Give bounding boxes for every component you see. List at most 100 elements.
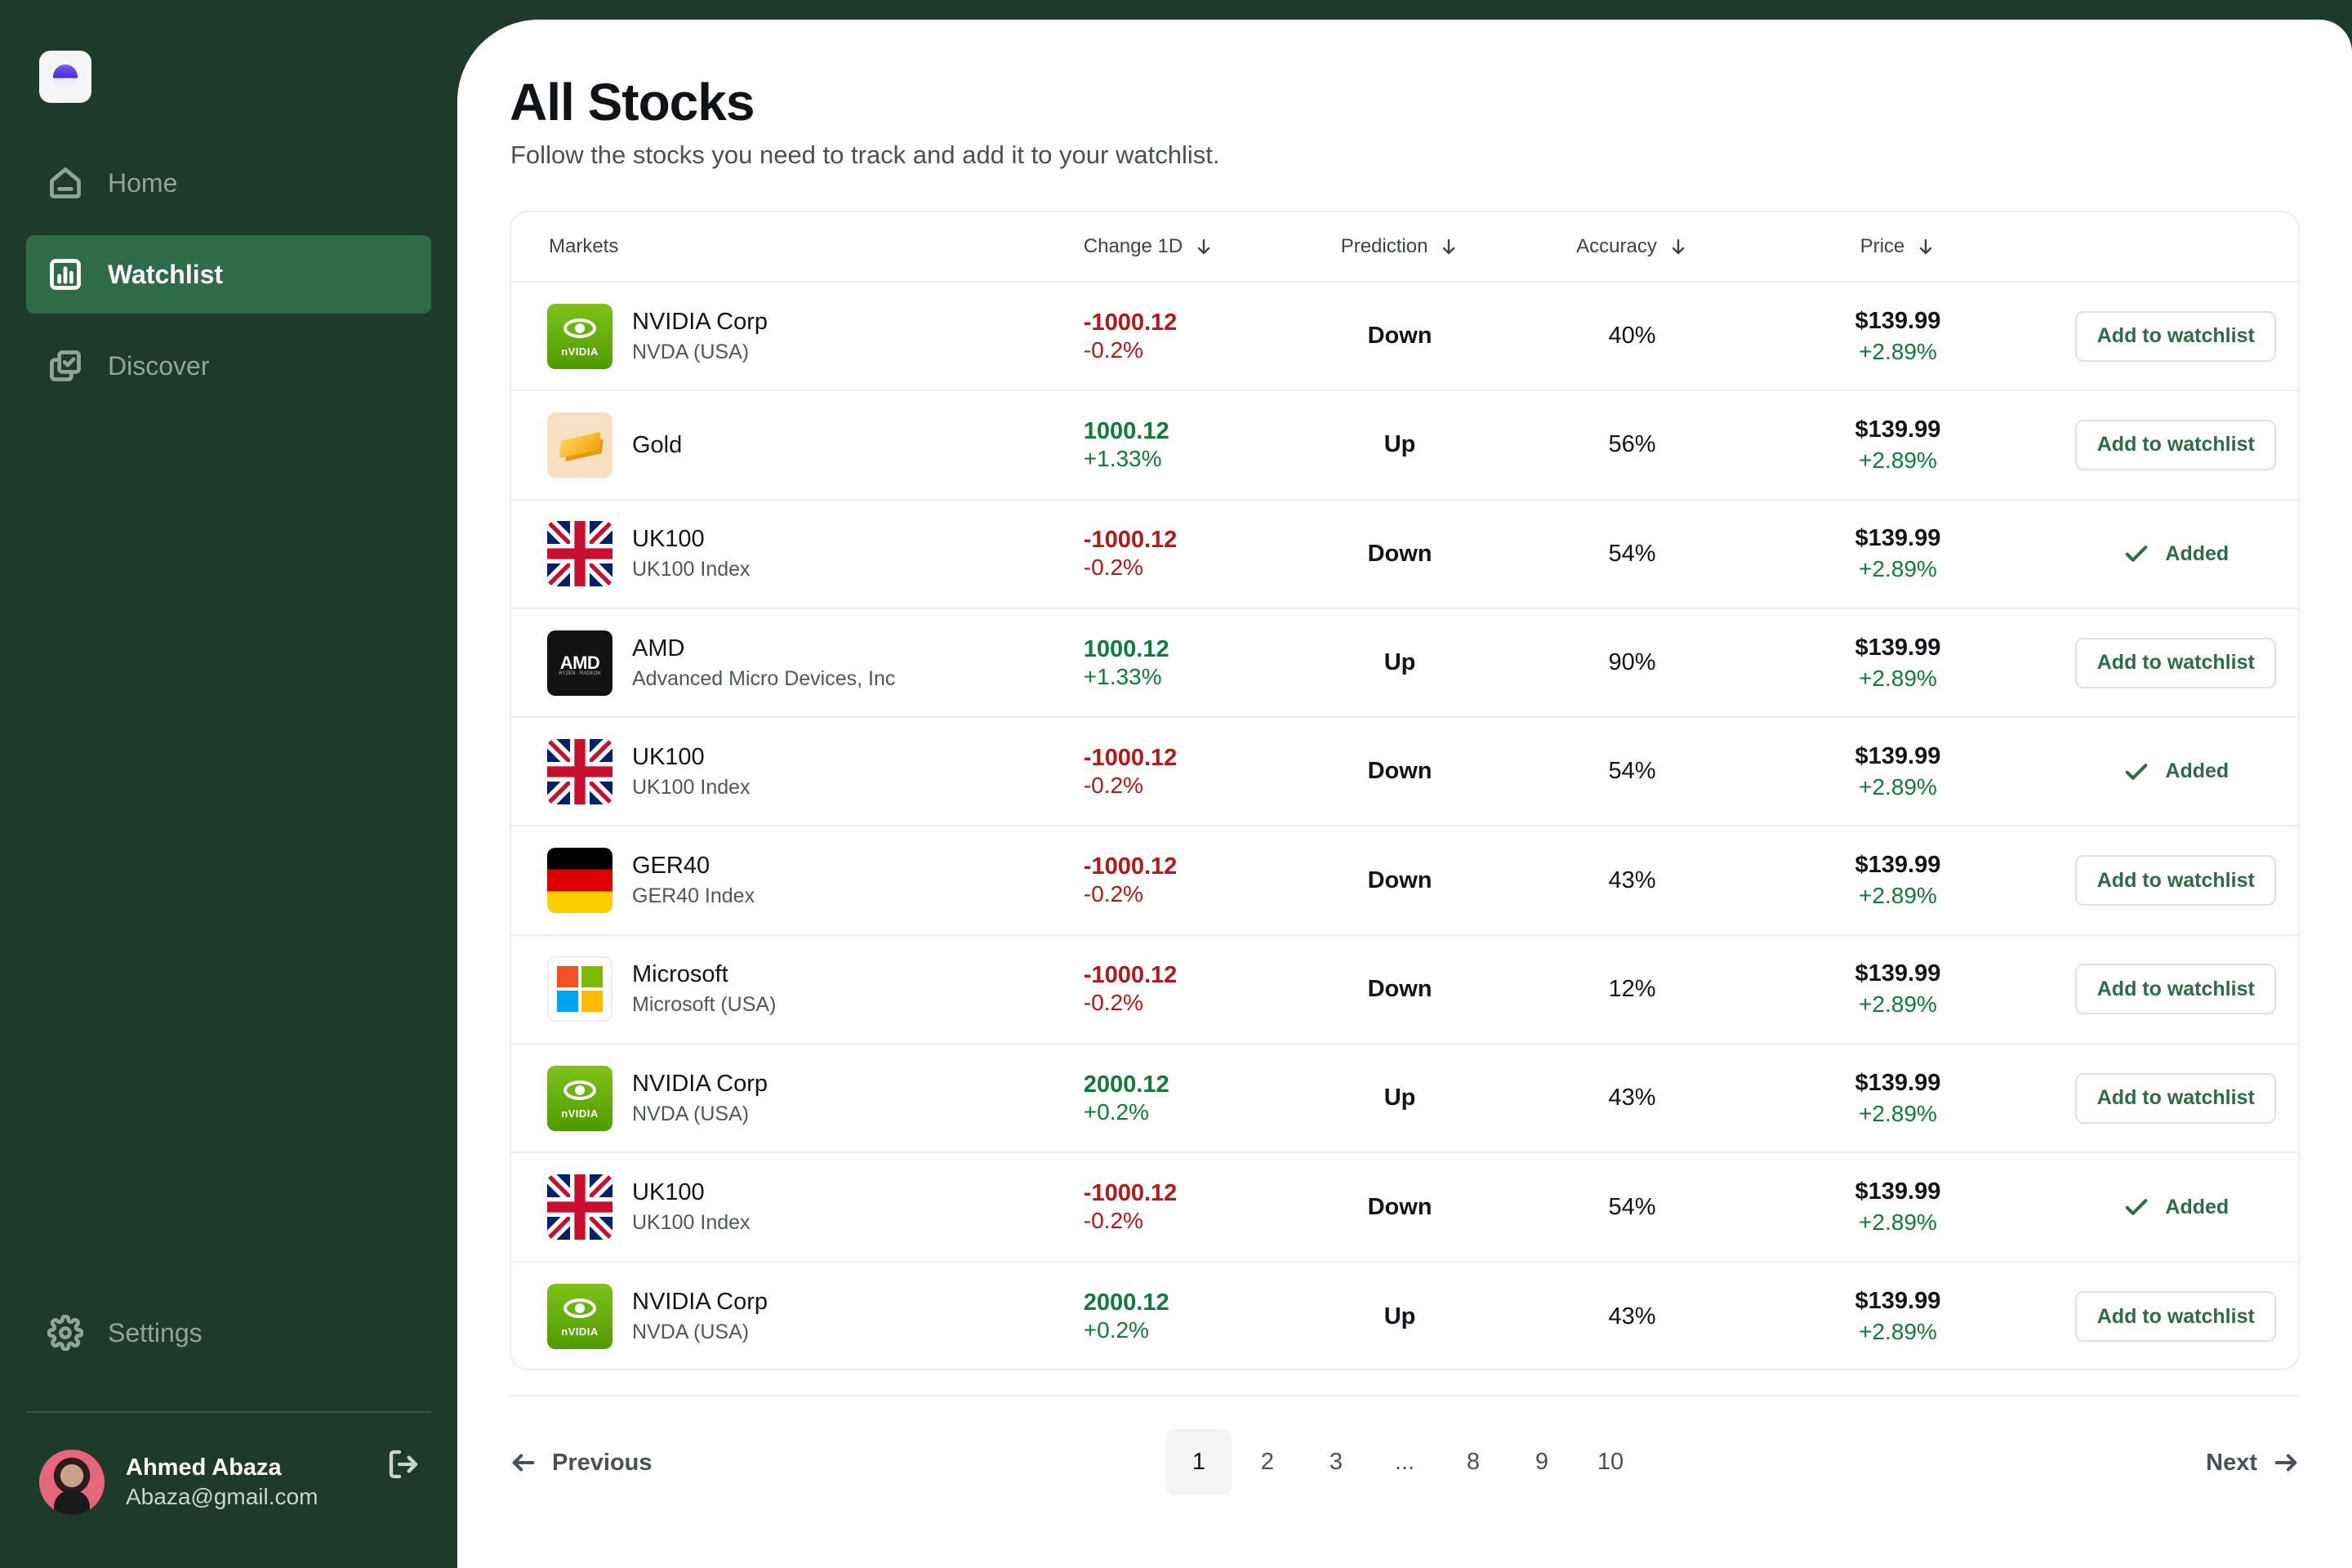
check-icon [2126,764,2148,780]
pagination: Previous 1 2 3... 8 9 10 Next [510,1429,2300,1496]
change-cell: -1000.12 -0.2% [1084,853,1278,908]
page-number-8[interactable]: 8 [1441,1429,1506,1494]
price-cell: $139.99 +2.89% [1742,1176,2053,1238]
nav-item-home[interactable]: Home [26,144,431,222]
price-value: $139.99 [1855,416,1941,443]
app-logo[interactable] [39,51,91,103]
added-indicator[interactable]: Added [2123,540,2229,568]
avatar[interactable] [39,1450,105,1515]
action-cell: Add to watchlist [2054,1291,2298,1343]
prediction-value: Up [1383,1303,1416,1330]
accuracy-value: 12% [1608,975,1656,1002]
change-cell: -1000.12 -0.2% [1084,309,1278,364]
market-cell: UK100 UK100 Index [511,738,1084,804]
market-subtitle: NVDA (USA) [632,340,750,363]
change-percent: -0.2% [1083,555,1143,581]
table-row[interactable]: Microsoft Microsoft (USA) -1000.12 -0.2% Dow… [511,936,2298,1045]
added-indicator[interactable]: Added [2123,1193,2229,1221]
market-subtitle: NVDA (USA) [632,1321,750,1344]
amd-logo: AMD RYZEN · RADEON [547,630,612,696]
market-name: UK100 [632,743,705,770]
nav-item-label: Discover [108,350,210,381]
change-cell: 1000.12 +1.33% [1084,417,1278,473]
nav-item-watchlist[interactable]: Watchlist [26,235,431,314]
prediction-value: Down [1367,758,1432,785]
market-subtitle: Advanced Micro Devices, Inc [632,666,896,690]
added-label: Added [2165,541,2230,565]
change-percent: +1.33% [1083,663,1162,689]
add-to-watchlist-button[interactable]: Add to watchlist [2075,1291,2277,1343]
settings-nav: Settings [26,1294,431,1385]
gold-bar-icon [547,412,612,478]
column-header-label: Prediction [1340,235,1428,257]
nav-item-discover[interactable]: Discover [26,327,431,405]
logout-icon [389,1450,418,1479]
market-text: GER40 GER40 Index [632,850,755,911]
next-button[interactable]: Next [2206,1429,2300,1496]
market-text: AMD Advanced Micro Devices, Inc [632,633,895,693]
next-label: Next [2206,1449,2257,1476]
market-text: UK100 UK100 Index [632,523,751,584]
action-cell: Added [2054,540,2298,568]
sort-down-icon [1920,238,1932,255]
add-to-watchlist-button[interactable]: Add to watchlist [2075,637,2277,688]
page-number-9[interactable]: 9 [1509,1429,1575,1494]
page-number-10[interactable]: 10 [1578,1429,1643,1494]
change-value: -1000.12 [1083,527,1178,554]
market-text: NVIDIA Corp NVDA (USA) [632,1286,768,1347]
table-row[interactable]: GER40 GER40 Index -1000.12 -0.2% Down 43% $139… [511,826,2298,936]
table-row[interactable]: UK100 UK100 Index -1000.12 -0.2% Down 54% $139… [511,1153,2298,1263]
market-cell: AMD RYZEN · RADEON AMD Advanced Micro Devic… [511,630,1084,696]
column-header-price[interactable]: Price [1742,235,2053,258]
nav-item-settings[interactable]: Settings [26,1294,431,1372]
table-row[interactable]: nVIDIA NVIDIA Corp NVDA (USA) 2000.12 +0.2% U… [511,1045,2298,1154]
accuracy-value: 54% [1608,540,1656,567]
column-header-prediction[interactable]: Prediction [1277,235,1521,258]
table-row[interactable]: AMD RYZEN · RADEON AMD Advanced Micro Devic… [511,609,2298,719]
table-row[interactable]: Gold 1000.12 +1.33% Up 56% $139.99 +2.89% Add t… [511,391,2298,501]
germany-flag-icon [547,848,612,914]
accuracy-value: 54% [1608,758,1656,785]
table-row[interactable]: UK100 UK100 Index -1000.12 -0.2% Down 54% $139… [511,501,2298,609]
price-value: $139.99 [1855,634,1941,661]
price-change: +2.89% [1859,773,1937,800]
page-number-1[interactable]: 1 [1166,1429,1232,1494]
price-cell: $139.99 +2.89% [1742,632,2053,694]
page-number-2[interactable]: 2 [1235,1429,1300,1494]
nvidia-logo: nVIDIA [547,303,612,369]
action-cell: Added [2054,1193,2298,1221]
market-name: Gold [632,431,683,458]
nvidia-logo: nVIDIA [547,1065,612,1131]
market-cell: UK100 UK100 Index [511,521,1084,587]
price-cell: $139.99 +2.89% [1742,523,2053,585]
table-row[interactable]: nVIDIA NVIDIA Corp NVDA (USA) 2000.12 +0.2% U… [511,1263,2298,1369]
stocks-table: Markets Change 1D Prediction Accuracy Pr… [510,211,2300,1370]
added-indicator[interactable]: Added [2123,758,2229,786]
change-cell: 1000.12 +1.33% [1084,635,1278,691]
column-header-change[interactable]: Change 1D [1084,235,1278,258]
add-to-watchlist-button[interactable]: Add to watchlist [2075,855,2277,906]
table-row[interactable]: UK100 UK100 Index -1000.12 -0.2% Down 54% $139… [511,718,2298,827]
prediction-value: Down [1367,975,1432,1002]
previous-button[interactable]: Previous [510,1429,653,1496]
sort-down-icon [1443,238,1455,255]
nav-item-label: Home [108,167,178,198]
add-to-watchlist-button[interactable]: Add to watchlist [2075,1072,2277,1124]
price-change: +2.89% [1859,556,1937,582]
market-cell: nVIDIA NVIDIA Corp NVDA (USA) [511,1065,1084,1131]
column-header-markets[interactable]: Markets [511,235,1084,258]
change-value: -1000.12 [1083,309,1178,336]
page-ellipsis: ... [1394,1448,1415,1475]
logout-button[interactable] [387,1448,423,1484]
accuracy-value: 43% [1608,1303,1656,1330]
page-number-3[interactable]: 3 [1303,1429,1369,1494]
column-header-label: Price [1860,235,1905,257]
nav-item-label: Settings [108,1317,203,1348]
add-to-watchlist-button[interactable]: Add to watchlist [2075,310,2277,362]
column-header-accuracy[interactable]: Accuracy [1522,235,1743,258]
add-to-watchlist-button[interactable]: Add to watchlist [2075,419,2277,470]
change-cell: -1000.12 -0.2% [1084,526,1278,581]
table-row[interactable]: nVIDIA NVIDIA Corp NVDA (USA) -1000.12 -0.2%… [511,283,2298,392]
accuracy-value: 43% [1608,1085,1656,1111]
add-to-watchlist-button[interactable]: Add to watchlist [2075,964,2277,1015]
